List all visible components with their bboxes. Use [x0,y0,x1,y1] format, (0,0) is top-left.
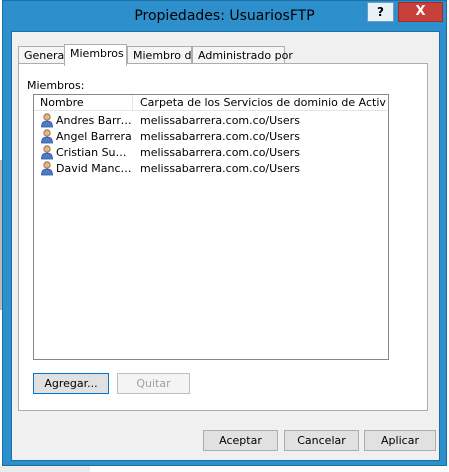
close-button[interactable]: X [398,2,443,22]
user-icon [41,129,53,144]
dialog-client-area: General Miembros Miembro de Administrado… [11,31,440,461]
member-folder: melissabarrera.com.co/Users [140,114,300,127]
title-bar[interactable]: Propiedades: UsuariosFTP ? X [3,1,446,31]
column-header-carpeta[interactable]: Carpeta de los Servicios de dominio de A… [140,96,386,109]
user-icon [41,113,53,128]
members-label: Miembros: [27,79,85,92]
apply-button[interactable]: Aplicar [364,430,436,451]
remove-button[interactable]: Quitar [117,373,190,394]
list-item[interactable]: Cristian Suan... melissabarrera.com.co/U… [34,145,388,161]
list-item[interactable]: Andres Barrera melissabarrera.com.co/Use… [34,113,388,129]
tab-miembros[interactable]: Miembros [64,44,127,66]
list-item[interactable]: Angel Barrera melissabarrera.com.co/User… [34,129,388,145]
column-header-nombre[interactable]: Nombre [40,96,130,109]
members-list[interactable]: Nombre Carpeta de los Servicios de domin… [33,94,389,360]
help-button[interactable]: ? [367,2,394,22]
user-icon [41,145,53,160]
properties-window: Propiedades: UsuariosFTP ? X General Mie… [2,0,447,466]
ok-button[interactable]: Aceptar [203,430,278,451]
user-icon [41,161,53,176]
cancel-button[interactable]: Cancelar [284,430,359,451]
add-button[interactable]: Agregar... [33,373,109,394]
list-item[interactable]: David Mancipe melissabarrera.com.co/User… [34,161,388,177]
member-name: David Mancipe [56,162,132,175]
member-name: Angel Barrera [56,130,132,143]
member-folder: melissabarrera.com.co/Users [140,130,300,143]
member-folder: melissabarrera.com.co/Users [140,146,300,159]
member-name: Cristian Suan... [56,146,132,159]
member-folder: melissabarrera.com.co/Users [140,162,300,175]
column-divider[interactable] [132,95,133,110]
background-strip-bottom [0,466,90,472]
list-header: Nombre Carpeta de los Servicios de domin… [34,95,388,111]
member-name: Andres Barrera [56,114,132,127]
